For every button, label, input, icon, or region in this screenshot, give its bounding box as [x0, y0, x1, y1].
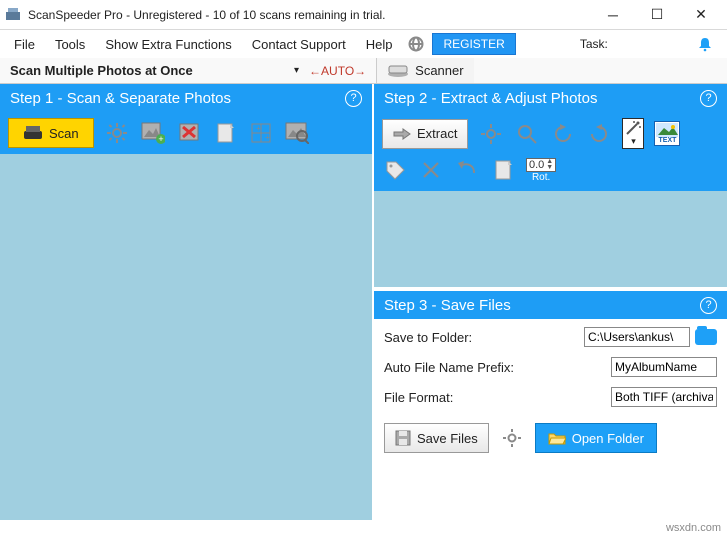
step1-title: Step 1 - Scan & Separate Photos — [10, 90, 231, 107]
help-icon[interactable]: ? — [700, 297, 717, 314]
scanner-small-icon — [23, 125, 43, 141]
scan-button-label: Scan — [49, 126, 79, 141]
mode-dropdown[interactable]: Scan Multiple Photos at Once — [6, 61, 306, 80]
prefix-input[interactable] — [611, 357, 717, 377]
scan-button[interactable]: Scan — [8, 118, 94, 148]
step2-title: Step 2 - Extract & Adjust Photos — [384, 90, 597, 107]
scanner-icon — [387, 64, 409, 78]
step1-preview[interactable] — [0, 154, 372, 520]
step3-body: Save to Folder: Auto File Name Prefix: F… — [374, 319, 727, 520]
save-folder-input[interactable] — [584, 327, 690, 347]
text-thumbnail[interactable]: TEXT — [654, 121, 680, 146]
menu-help[interactable]: Help — [358, 34, 401, 55]
help-icon[interactable]: ? — [700, 90, 717, 107]
menu-file[interactable]: File — [6, 34, 43, 55]
gear-icon[interactable] — [478, 121, 504, 147]
format-label: File Format: — [384, 390, 611, 405]
help-icon[interactable]: ? — [345, 90, 362, 107]
prefix-label: Auto File Name Prefix: — [384, 360, 611, 375]
format-row: File Format: — [384, 387, 717, 407]
bell-icon[interactable] — [697, 36, 713, 52]
column-right: Step 2 - Extract & Adjust Photos ? Extra… — [372, 84, 727, 520]
wand-icon — [624, 120, 642, 136]
menu-tools[interactable]: Tools — [47, 34, 93, 55]
window-controls: ─ ☐ ✕ — [591, 1, 723, 29]
column-step1: Step 1 - Scan & Separate Photos ? Scan +… — [0, 84, 372, 520]
mode-caret-icon: ▾ — [294, 65, 299, 76]
save-folder-row: Save to Folder: — [384, 327, 717, 347]
close-button[interactable]: ✕ — [679, 1, 723, 29]
grid-icon[interactable]: ++ — [248, 120, 274, 146]
prefix-row: Auto File Name Prefix: — [384, 357, 717, 377]
chevron-down-icon: ▾ — [631, 136, 636, 147]
open-folder-icon — [548, 431, 566, 445]
globe-icon[interactable] — [408, 36, 424, 52]
menu-contact[interactable]: Contact Support — [244, 34, 354, 55]
rotate-page-icon[interactable] — [212, 120, 238, 146]
title-bar: ScanSpeeder Pro - Unregistered - 10 of 1… — [0, 0, 727, 30]
format-select[interactable] — [611, 387, 717, 407]
folder-icon[interactable] — [695, 329, 717, 345]
photo-thumb-icon — [656, 123, 678, 137]
svg-text:+: + — [158, 134, 163, 144]
task-label: Task: — [580, 37, 608, 51]
main-columns: Step 1 - Scan & Separate Photos ? Scan +… — [0, 84, 727, 520]
arrow-right-icon — [393, 128, 411, 140]
step1-toolbar: Scan + ++ — [0, 112, 372, 154]
page-check-icon[interactable] — [490, 157, 516, 183]
window-title: ScanSpeeder Pro - Unregistered - 10 of 1… — [28, 8, 591, 22]
tag-icon[interactable] — [382, 157, 408, 183]
rotation-value: 0.0 — [529, 159, 544, 171]
open-folder-label: Open Folder — [572, 431, 644, 446]
step3-title: Step 3 - Save Files — [384, 297, 511, 314]
scanner-tab-label: Scanner — [415, 63, 463, 78]
save-files-button[interactable]: Save Files — [384, 423, 489, 453]
maximize-button[interactable]: ☐ — [635, 1, 679, 29]
gear-icon[interactable] — [104, 120, 130, 146]
magnify-icon[interactable] — [514, 121, 540, 147]
minimize-button[interactable]: ─ — [591, 1, 635, 29]
text-icon-label: TEXT — [659, 137, 677, 144]
step2-toolbar-1: Extract ▾ TEXT — [374, 112, 727, 155]
extract-button[interactable]: Extract — [382, 119, 468, 149]
mode-row: Scan Multiple Photos at Once ▾ ←AUTO→ Sc… — [0, 58, 727, 84]
save-files-label: Save Files — [417, 431, 478, 446]
step2-toolbar-2: 0.0 ▲▼ Rot. — [374, 155, 727, 191]
add-image-icon[interactable]: + — [140, 120, 166, 146]
gear-icon[interactable] — [499, 425, 525, 451]
zoom-image-icon[interactable] — [284, 120, 310, 146]
extract-button-label: Extract — [417, 126, 457, 141]
svg-text:+: + — [265, 133, 270, 142]
step3-actions: Save Files Open Folder — [384, 423, 717, 453]
open-folder-button[interactable]: Open Folder — [535, 423, 657, 453]
rotation-control[interactable]: 0.0 ▲▼ Rot. — [526, 158, 556, 183]
app-icon — [4, 6, 22, 24]
auto-indicator[interactable]: ←AUTO→ — [309, 64, 366, 78]
step1-header: Step 1 - Scan & Separate Photos ? — [0, 84, 372, 112]
step2-preview[interactable] — [374, 191, 727, 287]
rotation-label: Rot. — [532, 172, 550, 183]
save-folder-label: Save to Folder: — [384, 330, 584, 345]
svg-text:+: + — [256, 124, 261, 133]
rotate-left-icon[interactable] — [550, 121, 576, 147]
undo-icon[interactable] — [454, 157, 480, 183]
register-button[interactable]: REGISTER — [432, 33, 515, 55]
menu-extra[interactable]: Show Extra Functions — [97, 34, 239, 55]
rotate-right-icon[interactable] — [586, 121, 612, 147]
step3-header: Step 3 - Save Files ? — [374, 291, 727, 319]
footer-watermark: wsxdn.com — [666, 522, 721, 534]
menu-bar: File Tools Show Extra Functions Contact … — [0, 30, 727, 58]
floppy-icon — [395, 430, 411, 446]
delete-image-icon[interactable] — [176, 120, 202, 146]
remove-x-icon[interactable] — [418, 157, 444, 183]
scanner-tab[interactable]: Scanner — [376, 58, 473, 83]
spinner-icon[interactable]: ▲▼ — [546, 159, 553, 171]
step2-header: Step 2 - Extract & Adjust Photos ? — [374, 84, 727, 112]
wand-dropdown[interactable]: ▾ — [622, 118, 644, 149]
